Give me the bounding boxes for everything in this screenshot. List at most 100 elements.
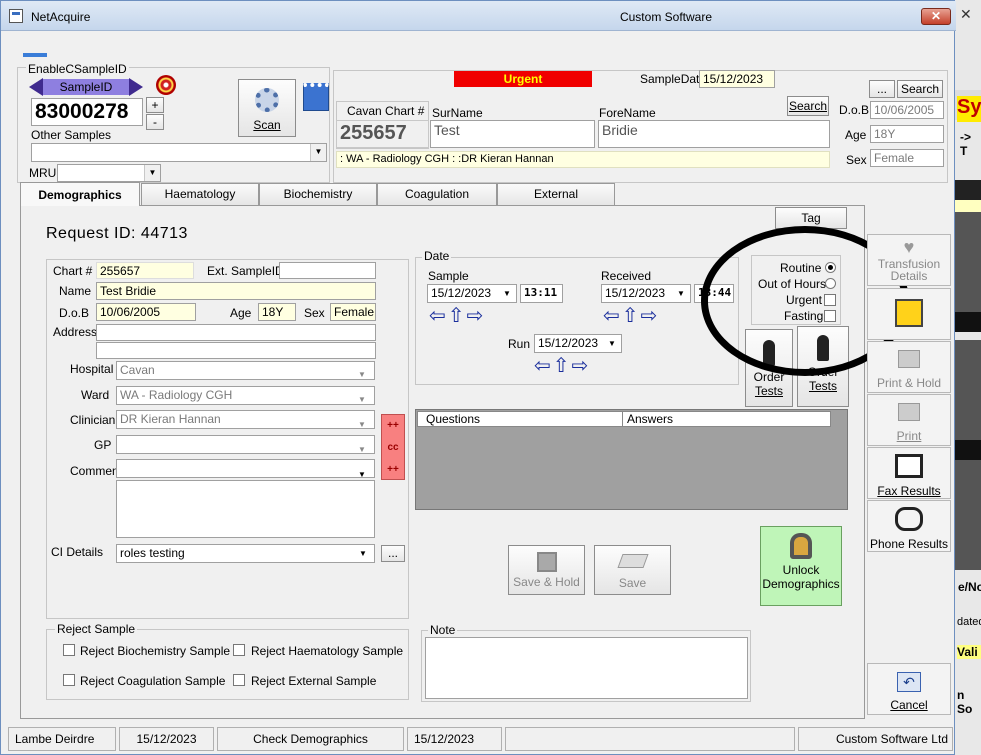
save-and-hold-button[interactable]: Save & Hold [508,545,585,595]
chevron-down-icon[interactable]: ▼ [608,339,616,348]
sample-id-decrement[interactable]: - [146,114,164,130]
demo-sex-field[interactable]: Female [330,303,376,321]
demo-age-label: Age [230,306,252,320]
bg-window-panel [955,312,981,332]
surname-field[interactable]: Test [430,120,595,148]
bg-window-strip [955,200,981,212]
bg-window-arrow: -> T [960,130,972,158]
chevron-down-icon[interactable]: ▼ [310,144,326,161]
hospital-select[interactable]: Cavan [116,361,375,380]
run-label: Run [508,337,531,351]
demographics-label: Demographics [762,577,840,591]
questions-column: Questions [426,412,481,426]
forename-field[interactable]: Bridie [598,120,830,148]
chart-field[interactable]: 255657 [336,120,429,148]
tab-haematology[interactable]: Haematology [141,183,259,205]
notepad-icon[interactable] [303,83,329,111]
fax-results-label: Fax Results [877,484,941,498]
cancel-button[interactable]: ↶ Cancel [867,663,951,715]
chevron-down-icon[interactable]: ▼ [677,289,685,298]
run-nav-arrows[interactable]: ⇦⇧⇨ [534,356,590,376]
tab-demographics[interactable]: Demographics [20,182,140,206]
demo-name-field[interactable]: Test Bridie [96,282,376,300]
phone-icon [895,507,923,531]
scan-button[interactable]: Scan [238,79,296,137]
chevron-down-icon[interactable]: ▼ [144,165,160,181]
address-line2[interactable] [96,342,376,359]
reject-coagulation-checkbox[interactable] [63,674,75,686]
tab-coagulation[interactable]: Coagulation [377,183,497,205]
demo-age-field[interactable]: 18Y [258,303,296,321]
tab-external[interactable]: External [497,183,615,205]
reject-biochemistry-checkbox[interactable] [63,644,75,656]
comment-select[interactable] [116,459,375,478]
address-line1[interactable] [96,324,376,341]
search-top-button[interactable]: Search [897,80,943,98]
printer-alert-button[interactable] [867,288,951,340]
demo-chart-field[interactable]: 255657 [96,262,194,279]
request-id: Request ID: 44713 [46,225,188,242]
unlock-demographics-button[interactable]: Unlock Demographics [760,526,842,606]
undo-icon: ↶ [897,672,921,692]
reject-haematology-checkbox[interactable] [233,644,245,656]
demo-dob-field[interactable]: 10/06/2005 [96,303,196,321]
demo-name-label: Name [59,284,92,298]
chevron-down-icon[interactable]: ▼ [359,549,367,558]
ci-details-more-button[interactable]: ... [381,545,405,562]
cc-button[interactable]: cc [382,437,404,459]
app-icon [9,9,23,23]
other-samples-label: Other Samples [31,128,112,142]
sample-nav-arrows[interactable]: ⇦⇧⇨ [429,306,485,326]
sample-id-input[interactable]: 83000278 [31,98,143,126]
target-icon[interactable] [156,75,176,95]
arrow-left-icon[interactable] [29,78,43,96]
header-sex-label: Sex [846,153,867,167]
sample-id-group-title: EnableCSampleID [26,62,129,76]
received-nav-arrows[interactable]: ⇦⇧⇨ [603,306,659,326]
gp-select[interactable] [116,435,375,454]
print-and-hold-button[interactable]: Print & Hold [867,341,951,393]
reject-haematology-label: Reject Haematology Sample [251,644,404,658]
clinician-select[interactable]: DR Kieran Hannan [116,410,375,429]
phone-results-label: Phone Results [869,537,949,551]
pp-button-top[interactable]: ++ [382,415,404,437]
note-textarea[interactable] [425,637,748,699]
header-age-field: 18Y [870,125,944,143]
pp-button-bottom[interactable]: ++ [382,459,404,481]
other-samples-select[interactable]: ▼ [31,143,327,162]
search-label: Search [788,99,828,113]
pp-cc-button-group[interactable]: ++ cc ++ [381,414,405,480]
save-button[interactable]: Save [594,545,671,595]
print-button[interactable]: Print [867,394,951,446]
gear-icon [255,88,279,112]
reject-biochemistry-label: Reject Biochemistry Sample [80,644,231,658]
comment-textarea[interactable] [116,480,375,538]
sample-date-field[interactable]: 15/12/2023 [699,70,775,88]
mru-select[interactable]: ▼ [57,164,161,182]
arrow-right-icon[interactable] [129,78,143,96]
tests-label: Tests [754,384,783,398]
header-dob-field: 10/06/2005 [870,101,944,119]
chevron-down-icon[interactable]: ▼ [503,289,511,298]
cancel-label: Cancel [890,698,928,712]
ward-select[interactable]: WA - Radiology CGH [116,386,375,405]
reject-external-checkbox[interactable] [233,674,245,686]
transfusion-details-button[interactable]: ♥ Transfusion Details [867,234,951,286]
reject-sample-group [46,629,409,700]
phone-results-button[interactable]: Phone Results [867,500,951,552]
ext-sampleid-field[interactable] [279,262,376,279]
header-dob-label: D.o.B [839,103,870,117]
printer-warning-icon [895,299,923,327]
sample-time-field[interactable]: 13:11 [520,284,563,303]
close-button[interactable]: ✕ [921,8,951,25]
sample-id-increment[interactable]: + [146,97,164,113]
ci-details-select[interactable]: roles testing [116,544,375,563]
column-divider [622,411,623,427]
sampleid-label: SampleID [43,79,129,95]
search-more-button[interactable]: ... [869,80,895,98]
print-and-hold-label: Print & Hold [876,376,942,390]
search-button[interactable]: Search [787,96,829,116]
tab-biochemistry[interactable]: Biochemistry [259,183,377,205]
status-spacer [505,727,795,751]
fax-results-button[interactable]: Fax Results [867,447,951,499]
